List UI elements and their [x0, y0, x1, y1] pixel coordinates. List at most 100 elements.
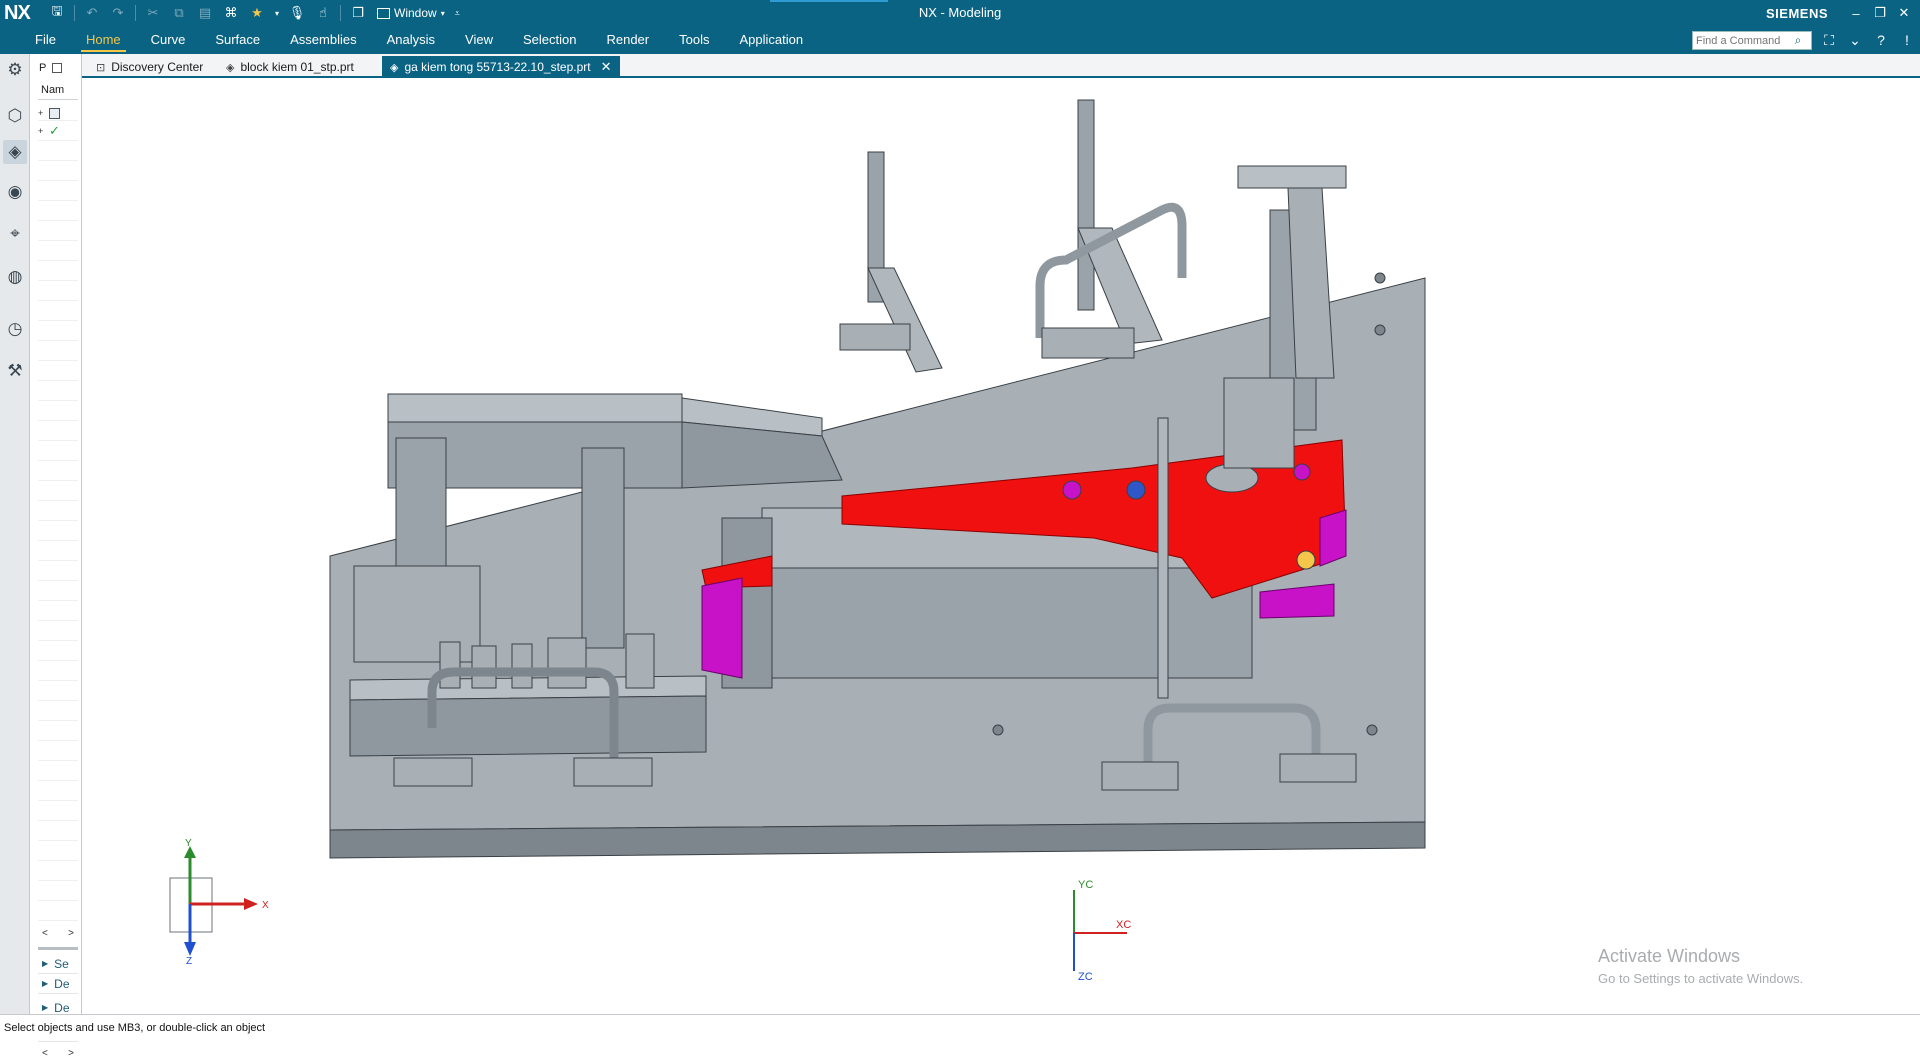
mid-clamp-arm	[867, 267, 943, 373]
quick-access-toolbar: 🖫 ↶ ↷ ✂ ⧉ ▤ ⌘ ★ ▾ 🎙 ☝ ❐ Window ▾ ⩡	[46, 3, 460, 23]
wcs-x-label: XC	[1116, 919, 1131, 931]
view-triad: Y X Z	[169, 838, 269, 967]
tab-discovery-center[interactable]: ⊡ Discovery Center	[88, 56, 211, 78]
workpiece-hole	[1293, 463, 1311, 481]
tree-row-model-history[interactable]: + ✓	[38, 122, 60, 140]
plate-hole	[992, 724, 1004, 736]
close-icon[interactable]: ✕	[1894, 2, 1914, 24]
find-command-input[interactable]	[1693, 32, 1789, 49]
expand-toggle[interactable]: +	[38, 108, 46, 118]
tree-row-model-views[interactable]: +	[38, 104, 60, 122]
redo-icon[interactable]: ↷	[107, 3, 129, 23]
toolbar-separator	[135, 5, 136, 21]
menu-analysis[interactable]: Analysis	[372, 26, 450, 54]
scroll-right-icon[interactable]: >	[68, 928, 74, 942]
customize-icon[interactable]: ⩡	[455, 8, 460, 19]
switch-window-icon[interactable]: ❐	[347, 3, 369, 23]
alert-icon[interactable]: !	[1896, 30, 1918, 50]
handle-foot	[1279, 753, 1357, 783]
clamp-foot	[1041, 327, 1135, 359]
copy-icon[interactable]: ⧉	[168, 3, 190, 23]
search-icon[interactable]: ⌕	[1789, 33, 1807, 48]
section-dependencies[interactable]: ▶ De	[38, 974, 78, 994]
right-clamp-arm	[1287, 187, 1335, 379]
panel-splitter[interactable]	[38, 947, 78, 950]
scroll-right-icon[interactable]: >	[68, 1048, 74, 1062]
pin-icon[interactable]	[52, 63, 63, 73]
model-views-icon	[49, 107, 60, 119]
touch-mode-icon[interactable]: ☝	[312, 3, 334, 23]
menu-file[interactable]: File	[20, 26, 71, 54]
pin	[439, 641, 461, 689]
pin	[547, 637, 587, 689]
assembly-navigator-icon[interactable]: ⬡	[3, 104, 27, 128]
fixture-model[interactable]	[329, 99, 1426, 859]
tab-block-kiem[interactable]: ◈ block kiem 01_stp.prt	[218, 56, 362, 78]
tools-icon[interactable]: ⚒	[3, 359, 27, 383]
window-icon	[377, 7, 390, 19]
menu-application[interactable]: Application	[724, 26, 818, 54]
dropdown-arrow-icon[interactable]: ▾	[272, 3, 282, 23]
expand-triangle-icon: ▶	[42, 959, 49, 968]
workpiece-hole	[1296, 550, 1316, 570]
horizontal-scrollbar[interactable]: < >	[38, 928, 78, 942]
reuse-library-icon[interactable]: ◉	[3, 180, 27, 204]
document-tab-bar: ⊡ Discovery Center ◈ block kiem 01_stp.p…	[82, 54, 1920, 78]
menu-assemblies[interactable]: Assemblies	[275, 26, 371, 54]
workpiece-side-magenta	[701, 577, 743, 679]
status-bar: Select objects and use MB3, or double-cl…	[0, 1014, 1920, 1041]
history-icon[interactable]: ◷	[3, 317, 27, 341]
cut-icon[interactable]: ✂	[142, 3, 164, 23]
scroll-left-icon[interactable]: <	[42, 1048, 48, 1062]
expand-triangle-icon: ▶	[42, 1003, 49, 1012]
part-navigator-icon[interactable]: ◈	[3, 140, 27, 164]
part-navigator-panel: P Nam + + ✓ < > ▶ Se ▶ De ▶ De ▶ Pr < >	[30, 54, 82, 1059]
wcs-z-label: ZC	[1078, 971, 1093, 983]
menu-selection[interactable]: Selection	[508, 26, 591, 54]
tab-ga-kiem-tong[interactable]: ◈ ga kiem tong 55713-22.10_step.prt ✕	[382, 56, 620, 78]
close-tab-icon[interactable]: ✕	[601, 59, 612, 75]
ribbon-options-chevron-icon[interactable]: ⌄	[1844, 30, 1866, 50]
menu-view[interactable]: View	[450, 26, 508, 54]
restore-icon[interactable]: ❐	[1870, 2, 1890, 24]
wcs-y-label: YC	[1078, 879, 1093, 891]
ribbon-right-icons: ⛶ ⌄ ? !	[1818, 30, 1918, 50]
wcs-triad: YC XC ZC	[1073, 879, 1131, 983]
role-icon[interactable]: ⌖	[3, 222, 27, 246]
full-screen-icon[interactable]: ⛶	[1818, 30, 1840, 50]
activation-watermark: Activate Windows Go to Settings to activ…	[1598, 946, 1803, 986]
name-column-header[interactable]: Nam	[38, 84, 78, 100]
menu-surface[interactable]: Surface	[200, 26, 275, 54]
menu-tools[interactable]: Tools	[664, 26, 724, 54]
minimize-icon[interactable]: –	[1846, 2, 1866, 24]
graphics-window[interactable]: Y X Z YC XC ZC Activate Windows Go to Se…	[82, 78, 1920, 1014]
save-icon[interactable]: 🖫	[46, 3, 68, 23]
star-icon[interactable]: ★	[246, 3, 268, 23]
toolbar-separator	[74, 5, 75, 21]
scroll-left-icon[interactable]: <	[42, 928, 48, 942]
horizontal-scrollbar-bottom[interactable]: < >	[38, 1048, 78, 1062]
model-viewport[interactable]: Y X Z YC XC ZC	[82, 78, 1920, 1014]
expand-triangle-icon: ▶	[42, 979, 49, 988]
status-message: Select objects and use MB3, or double-cl…	[4, 1022, 266, 1034]
menu-home[interactable]: Home	[71, 26, 136, 54]
triad-x-arrow	[244, 898, 258, 910]
microphone-icon[interactable]: 🎙	[286, 3, 308, 23]
watermark-subtitle: Go to Settings to activate Windows.	[1598, 971, 1804, 986]
repeat-command-icon[interactable]: ⌘	[220, 3, 242, 23]
expand-toggle[interactable]: +	[38, 126, 46, 136]
menu-curve[interactable]: Curve	[136, 26, 201, 54]
clamp-foot	[839, 323, 911, 351]
triad-y-label: Y	[185, 838, 192, 849]
paste-icon[interactable]: ▤	[194, 3, 216, 23]
menu-render[interactable]: Render	[591, 26, 664, 54]
settings-icon[interactable]: ⚙	[3, 58, 27, 82]
section-selection[interactable]: ▶ Se	[38, 954, 78, 974]
web-browser-icon[interactable]: ◍	[3, 265, 27, 289]
help-icon[interactable]: ?	[1870, 30, 1892, 50]
title-bar: NX 🖫 ↶ ↷ ✂ ⧉ ▤ ⌘ ★ ▾ 🎙 ☝ ❐ Window ▾ ⩡ NX…	[0, 0, 1920, 26]
window-menu[interactable]: Window ▾ ⩡	[373, 6, 460, 20]
navigator-title: P	[39, 62, 47, 74]
undo-icon[interactable]: ↶	[81, 3, 103, 23]
front-rail-front	[349, 695, 707, 757]
